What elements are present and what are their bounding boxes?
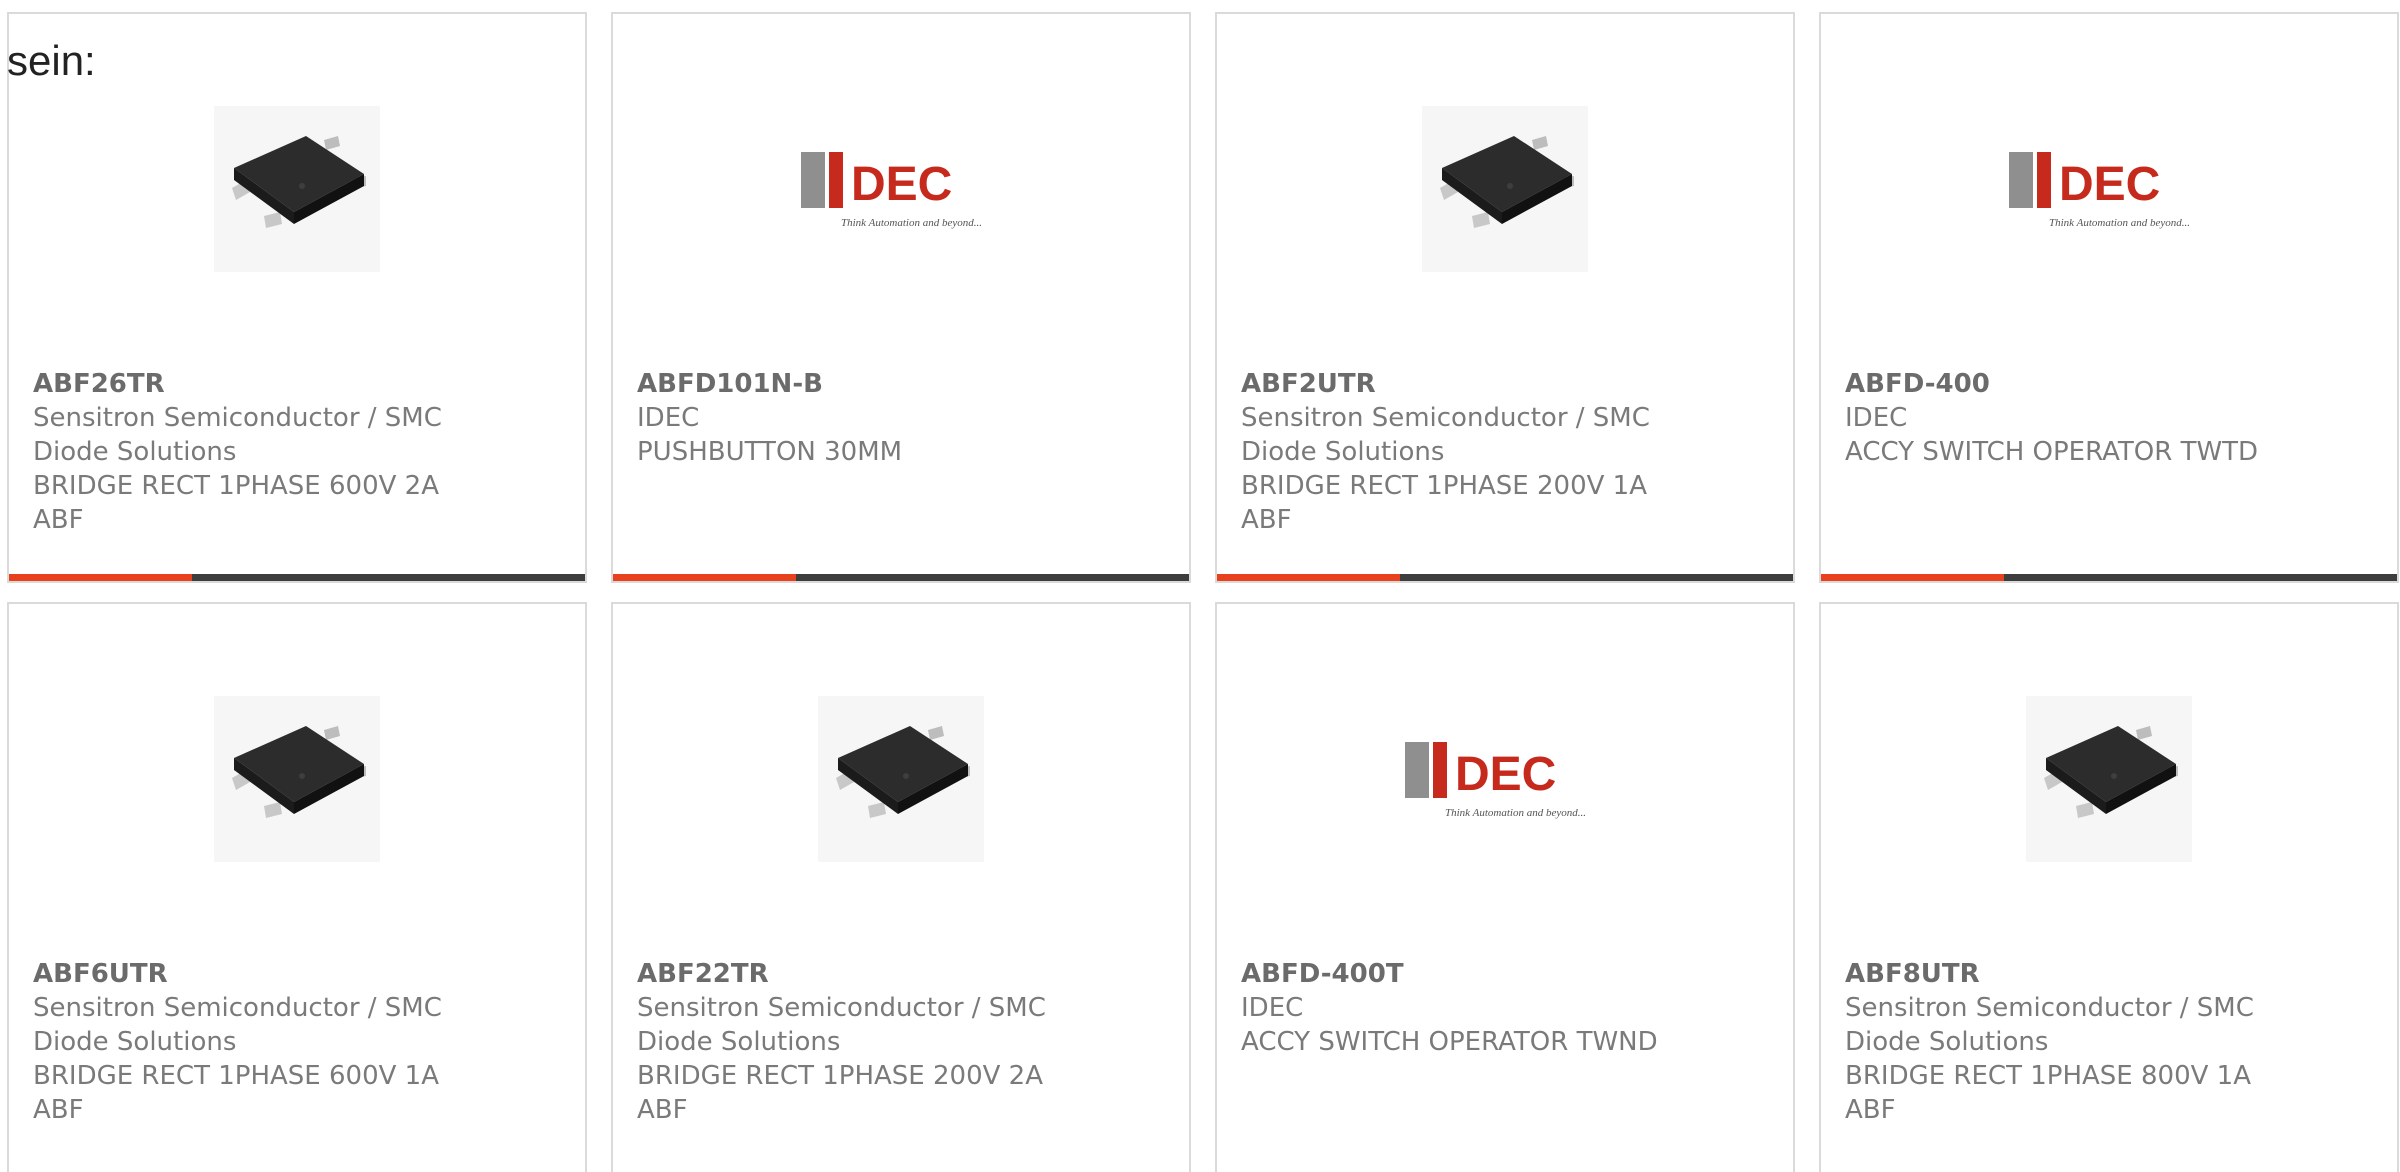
product-card[interactable]: DEC Think Automation and beyond... ABFD-… [1819,12,2399,583]
bridge-rectifier-chip-icon [214,106,380,272]
intro-text: sein: [7,37,96,84]
description: BRIDGE RECT 1PHASE 200V 2A [637,1061,1043,1091]
card-footer-bar [1217,574,1793,581]
manufacturer-line-1: IDEC [637,403,700,433]
description: BRIDGE RECT 1PHASE 200V 1A [1241,471,1647,501]
card-footer-bar [1821,574,2397,581]
part-number[interactable]: ABF6UTR [33,957,575,991]
series: ABF [33,505,84,535]
product-info: ABF6UTR Sensitron Semiconductor / SMC Diod… [33,957,575,1127]
description: BRIDGE RECT 1PHASE 800V 1A [1845,1061,2251,1091]
svg-text:Think Automation and beyond...: Think Automation and beyond... [841,217,982,229]
product-image[interactable] [1422,98,1588,280]
part-number[interactable]: ABFD-400 [1845,367,2387,401]
part-number[interactable]: ABFD-400T [1241,957,1783,991]
manufacturer-line-2: Diode Solutions [1845,1027,2049,1057]
part-number[interactable]: ABF2UTR [1241,367,1783,401]
product-image[interactable]: DEC Think Automation and beyond... [801,98,1001,280]
product-image[interactable] [818,688,984,870]
manufacturer-line-2: Diode Solutions [637,1027,841,1057]
manufacturer-line-2: Diode Solutions [33,437,237,467]
description: BRIDGE RECT 1PHASE 600V 2A [33,471,439,501]
card-footer-bar [9,574,585,581]
product-card[interactable]: ABF22TR Sensitron Semiconductor / SMC Diod… [611,602,1191,1172]
manufacturer-line-1: IDEC [1845,403,1908,433]
product-info: ABF26TR Sensitron Semiconductor / SMC Diod… [33,367,575,537]
product-info: ABF22TR Sensitron Semiconductor / SMC Diod… [637,957,1179,1127]
product-card[interactable]: ABF6UTR Sensitron Semiconductor / SMC Diod… [7,602,587,1172]
series: ABF [1845,1095,1896,1125]
product-image[interactable]: DEC Think Automation and beyond... [2009,98,2209,280]
idec-logo: DEC Think Automation and beyond... [1405,742,1586,819]
product-image[interactable]: DEC Think Automation and beyond... [1405,688,1605,870]
product-info: ABF2UTR Sensitron Semiconductor / SMC Diod… [1241,367,1783,537]
description: ACCY SWITCH OPERATOR TWND [1241,1027,1658,1057]
manufacturer-line-1: IDEC [1241,993,1304,1023]
product-card[interactable]: ABF8UTR Sensitron Semiconductor / SMC Diod… [1819,602,2399,1172]
bridge-rectifier-chip-icon [818,696,984,862]
description: ACCY SWITCH OPERATOR TWTD [1845,437,2259,467]
manufacturer-line-2: Diode Solutions [1241,437,1445,467]
svg-text:Think Automation and beyond...: Think Automation and beyond... [1445,807,1586,819]
manufacturer-line-1: Sensitron Semiconductor / SMC [1845,993,2254,1023]
idec-logo: DEC Think Automation and beyond... [2009,152,2190,229]
manufacturer-line-1: Sensitron Semiconductor / SMC [1241,403,1650,433]
manufacturer-line-2: Diode Solutions [33,1027,237,1057]
product-card[interactable]: ABF2UTR Sensitron Semiconductor / SMC Diod… [1215,12,1795,583]
series: ABF [637,1095,688,1125]
product-info: ABF8UTR Sensitron Semiconductor / SMC Diod… [1845,957,2387,1127]
product-card[interactable]: DEC Think Automation and beyond... ABFD-… [1215,602,1795,1172]
manufacturer-line-1: Sensitron Semiconductor / SMC [637,993,1046,1023]
product-card[interactable]: ABF26TR Sensitron Semiconductor / SMC Diod… [7,12,587,583]
product-info: ABFD-400T IDEC ACCY SWITCH OPERATOR TWND [1241,957,1783,1059]
svg-text:DEC: DEC [1455,748,1556,801]
card-footer-bar [613,574,1189,581]
card-accent-bar [1217,574,1400,581]
part-number[interactable]: ABF8UTR [1845,957,2387,991]
card-accent-bar [1821,574,2004,581]
svg-text:Think Automation and beyond...: Think Automation and beyond... [2049,217,2190,229]
series: ABF [33,1095,84,1125]
manufacturer-line-1: Sensitron Semiconductor / SMC [33,993,442,1023]
manufacturer-line-1: Sensitron Semiconductor / SMC [33,403,442,433]
product-image[interactable] [2026,688,2192,870]
product-info: ABFD-400 IDEC ACCY SWITCH OPERATOR TWTD [1845,367,2387,469]
card-accent-bar [613,574,796,581]
idec-logo: DEC Think Automation and beyond... [801,152,982,229]
product-info: ABFD101N-B IDEC PUSHBUTTON 30MM [637,367,1179,469]
series: ABF [1241,505,1292,535]
bridge-rectifier-chip-icon [214,696,380,862]
part-number[interactable]: ABF26TR [33,367,575,401]
description: BRIDGE RECT 1PHASE 600V 1A [33,1061,439,1091]
part-number[interactable]: ABF22TR [637,957,1179,991]
svg-text:DEC: DEC [851,158,952,211]
bridge-rectifier-chip-icon [2026,696,2192,862]
product-image[interactable] [214,688,380,870]
bridge-rectifier-chip-icon [1422,106,1588,272]
description: PUSHBUTTON 30MM [637,437,903,467]
product-image[interactable] [214,98,380,280]
product-card[interactable]: DEC Think Automation and beyond... ABFD1… [611,12,1191,583]
svg-text:DEC: DEC [2059,158,2160,211]
part-number[interactable]: ABFD101N-B [637,367,1179,401]
card-accent-bar [9,574,192,581]
